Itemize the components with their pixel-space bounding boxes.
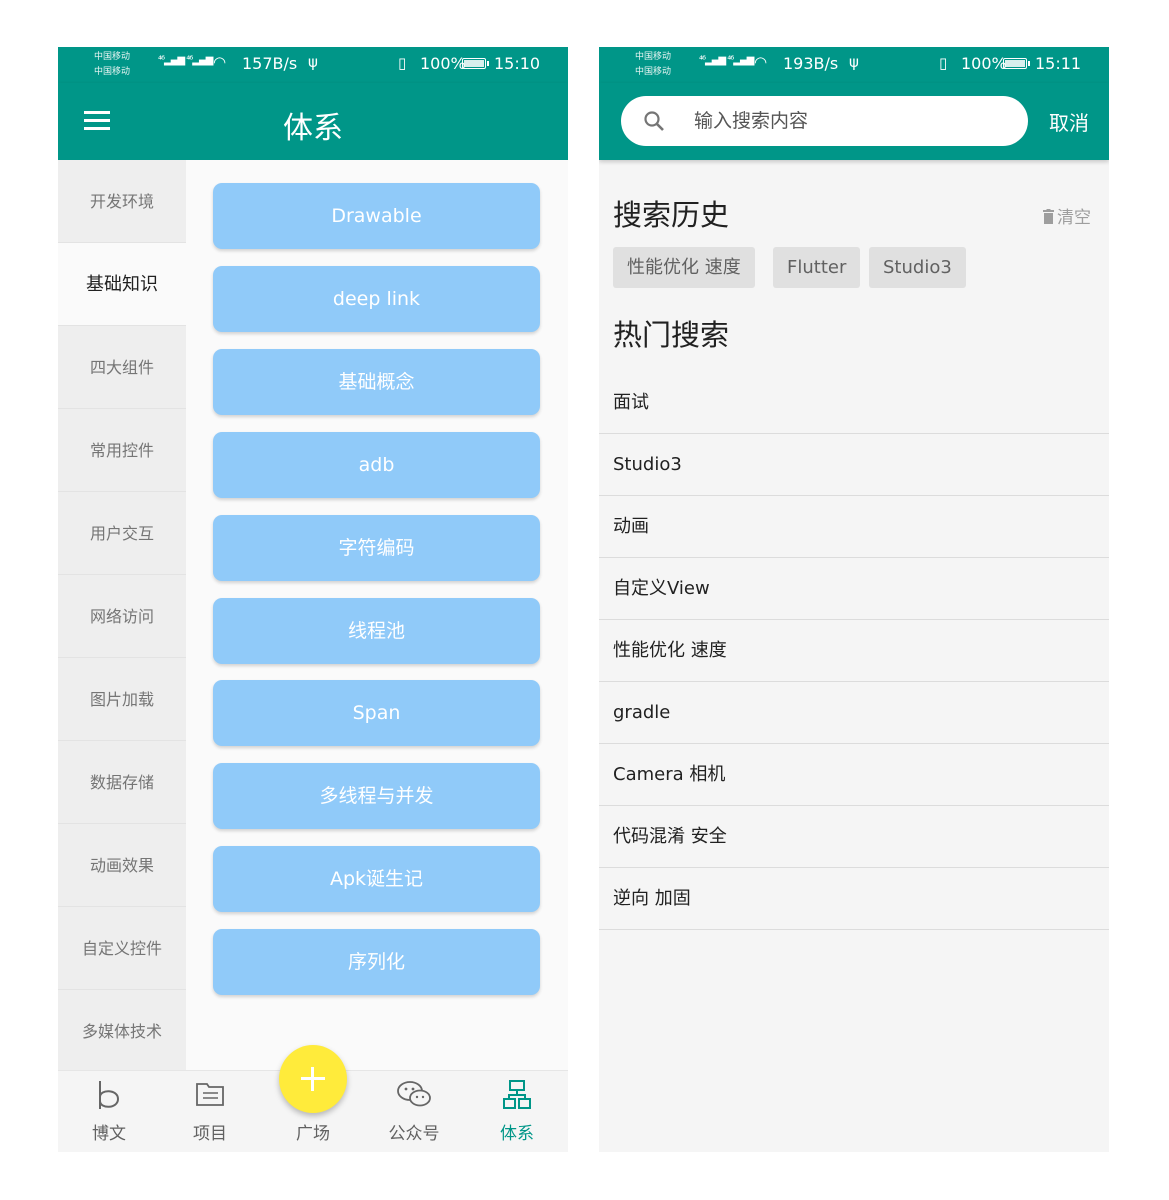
hot-search-item[interactable]: 自定义View [599, 558, 1109, 620]
hot-search-item[interactable]: 动画 [599, 496, 1109, 558]
clock: 15:10 [494, 54, 541, 73]
hot-search-item[interactable]: 面试 [599, 372, 1109, 434]
wechat-icon [374, 1079, 454, 1117]
topic-chip[interactable]: Span [213, 680, 540, 746]
history-chip[interactable]: Flutter [773, 247, 861, 288]
hot-search-item[interactable]: 逆向 加固 [599, 868, 1109, 930]
category-item[interactable]: 开发环境 [58, 160, 186, 243]
vibrate-icon: ▯ [398, 54, 407, 72]
battery-percent: 100% [420, 54, 466, 73]
tab-blog[interactable]: 博文 [69, 1079, 149, 1144]
tab-label: 博文 [92, 1124, 126, 1144]
status-bar: 中国移动 中国移动 ⁴⁶▂▄▆ ⁴⁶▂▄▆ ◠ 193B/s ψ ▯ 100% … [599, 47, 1109, 83]
topic-chip[interactable]: adb [213, 432, 540, 498]
page-title: 体系 [283, 111, 343, 146]
tab-wechat[interactable]: 公众号 [374, 1079, 454, 1144]
topic-list: Drawable deep link 基础概念 adb 字符编码 线程池 Spa… [186, 160, 568, 1070]
tab-label: 项目 [193, 1124, 227, 1144]
clock: 15:11 [1035, 54, 1082, 73]
search-input[interactable] [694, 96, 1014, 146]
hot-search-item[interactable]: 性能优化 速度 [599, 620, 1109, 682]
carrier-label: 中国移动 [635, 67, 672, 77]
topic-chip[interactable]: 基础概念 [213, 349, 540, 415]
cancel-button[interactable]: 取消 [1049, 107, 1089, 136]
add-fab-button[interactable] [279, 1045, 347, 1113]
topic-chip[interactable]: 序列化 [213, 929, 540, 995]
topic-chip[interactable]: 字符编码 [213, 515, 540, 581]
trash-icon [1043, 209, 1054, 224]
topic-chip[interactable]: 多线程与并发 [213, 763, 540, 829]
topic-chip[interactable]: 线程池 [213, 598, 540, 664]
history-title: 搜索历史 [613, 198, 730, 232]
app-bar: 体系 [58, 83, 568, 160]
hot-search-item[interactable]: Studio3 [599, 434, 1109, 496]
history-chip[interactable]: Studio3 [869, 247, 966, 288]
tab-project[interactable]: 项目 [170, 1079, 250, 1144]
category-item[interactable]: 自定义控件 [58, 907, 186, 990]
category-item-active[interactable]: 基础知识 [58, 243, 186, 326]
category-item[interactable]: 图片加载 [58, 658, 186, 741]
usb-icon: ψ [308, 53, 318, 71]
search-box [621, 96, 1028, 146]
tab-system[interactable]: 体系 [477, 1079, 557, 1144]
search-screen: 中国移动 中国移动 ⁴⁶▂▄▆ ⁴⁶▂▄▆ ◠ 193B/s ψ ▯ 100% … [599, 47, 1109, 1152]
carrier-label: 中国移动 [94, 67, 131, 77]
status-bar: 中国移动 中国移动 ⁴⁶▂▄▆ ⁴⁶▂▄▆ ◠ 157B/s ψ ▯ 100% … [58, 47, 568, 83]
category-sidebar: 开发环境 基础知识 四大组件 常用控件 用户交互 网络访问 图片加载 数据存储 … [58, 160, 186, 1070]
search-app-bar: 取消 [599, 83, 1109, 160]
usb-icon: ψ [849, 53, 859, 71]
hot-search-list: 面试 Studio3 动画 自定义View 性能优化 速度 gradle Cam… [599, 372, 1109, 930]
hot-search-title: 热门搜索 [613, 318, 730, 352]
carrier-labels: 中国移动 中国移动 [94, 50, 130, 80]
topic-chip[interactable]: Drawable [213, 183, 540, 249]
category-item[interactable]: 网络访问 [58, 575, 186, 658]
tab-label: 广场 [296, 1124, 330, 1144]
wifi-icon: ◠ [213, 53, 227, 71]
network-speed: 157B/s [242, 54, 298, 73]
category-item[interactable]: 动画效果 [58, 824, 186, 907]
clear-label: 清空 [1057, 208, 1091, 228]
carrier-label: 中国移动 [94, 52, 131, 62]
history-chip[interactable]: 性能优化 速度 [613, 247, 755, 288]
wifi-icon: ◠ [754, 53, 768, 71]
topic-chip[interactable]: Apk诞生记 [213, 846, 540, 912]
system-screen: 中国移动 中国移动 ⁴⁶▂▄▆ ⁴⁶▂▄▆ ◠ 157B/s ψ ▯ 100% … [58, 47, 568, 1152]
category-item[interactable]: 常用控件 [58, 409, 186, 492]
battery-icon [1003, 58, 1030, 69]
search-icon[interactable] [643, 110, 665, 132]
vibrate-icon: ▯ [939, 54, 948, 72]
clear-history-button[interactable]: 清空 [1042, 203, 1091, 228]
hot-search-item[interactable]: gradle [599, 682, 1109, 744]
tab-label: 体系 [500, 1124, 534, 1144]
battery-percent: 100% [961, 54, 1007, 73]
topic-chip[interactable]: deep link [213, 266, 540, 332]
project-icon [170, 1079, 250, 1117]
category-item[interactable]: 数据存储 [58, 741, 186, 824]
signal-icon: ⁴⁶▂▄▆ ⁴⁶▂▄▆ [158, 55, 213, 66]
tab-label: 公众号 [388, 1124, 440, 1144]
network-speed: 193B/s [783, 54, 839, 73]
carrier-labels: 中国移动 中国移动 [635, 50, 671, 80]
category-item[interactable]: 用户交互 [58, 492, 186, 575]
carrier-label: 中国移动 [635, 52, 672, 62]
signal-icon: ⁴⁶▂▄▆ ⁴⁶▂▄▆ [699, 55, 754, 66]
category-item[interactable]: 四大组件 [58, 326, 186, 409]
blog-icon [69, 1079, 149, 1117]
hot-search-item[interactable]: Camera 相机 [599, 744, 1109, 806]
battery-icon [462, 58, 489, 69]
category-item[interactable]: 多媒体技术 [58, 990, 186, 1070]
hot-search-item[interactable]: 代码混淆 安全 [599, 806, 1109, 868]
system-icon [477, 1079, 557, 1117]
